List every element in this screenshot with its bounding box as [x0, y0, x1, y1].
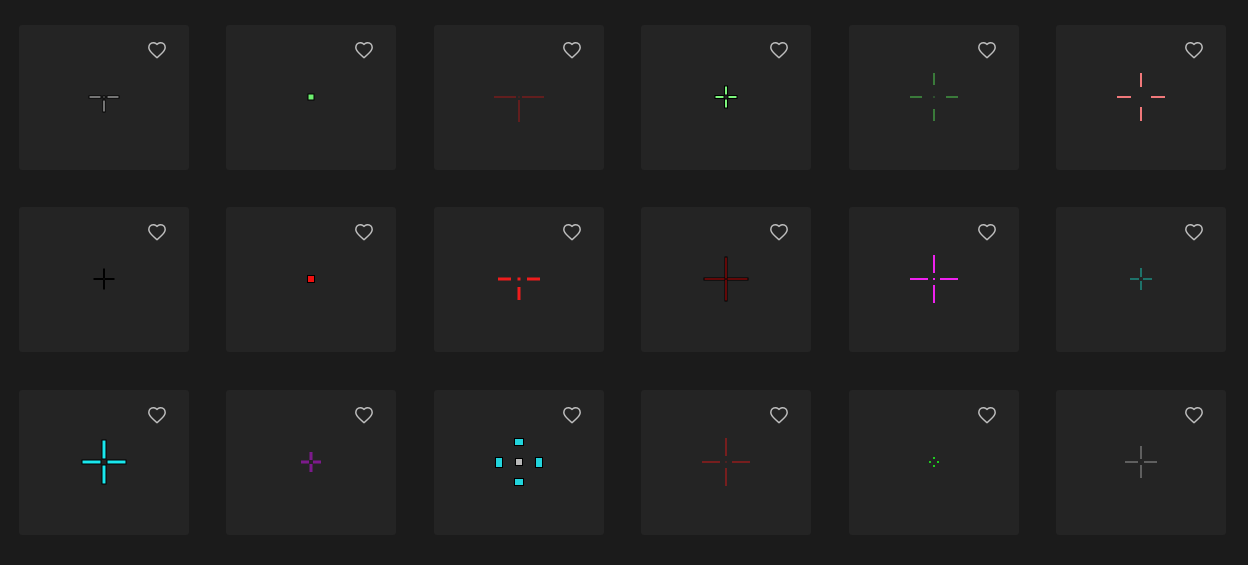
crosshair-card[interactable] — [226, 207, 396, 352]
crosshair-card[interactable] — [226, 390, 396, 535]
favorite-heart-icon[interactable] — [147, 406, 169, 426]
crosshair-card[interactable] — [19, 390, 189, 535]
favorite-heart-icon[interactable] — [769, 406, 791, 426]
favorite-heart-icon[interactable] — [769, 223, 791, 243]
favorite-heart-icon[interactable] — [977, 223, 999, 243]
crosshair-grid — [0, 0, 1248, 565]
favorite-heart-icon[interactable] — [562, 406, 584, 426]
favorite-heart-icon[interactable] — [1184, 41, 1206, 61]
crosshair-card[interactable] — [641, 25, 811, 170]
favorite-heart-icon[interactable] — [977, 406, 999, 426]
favorite-heart-icon[interactable] — [354, 41, 376, 61]
crosshair-card[interactable] — [434, 207, 604, 352]
crosshair-card[interactable] — [19, 25, 189, 170]
favorite-heart-icon[interactable] — [354, 223, 376, 243]
crosshair-card[interactable] — [19, 207, 189, 352]
crosshair-card[interactable] — [641, 207, 811, 352]
crosshair-card[interactable] — [849, 390, 1019, 535]
favorite-heart-icon[interactable] — [1184, 223, 1206, 243]
crosshair-card[interactable] — [434, 390, 604, 535]
favorite-heart-icon[interactable] — [147, 223, 169, 243]
crosshair-card[interactable] — [849, 25, 1019, 170]
crosshair-card[interactable] — [641, 390, 811, 535]
crosshair-card[interactable] — [434, 25, 604, 170]
crosshair-card[interactable] — [1056, 390, 1226, 535]
favorite-heart-icon[interactable] — [977, 41, 999, 61]
favorite-heart-icon[interactable] — [1184, 406, 1206, 426]
favorite-heart-icon[interactable] — [147, 41, 169, 61]
crosshair-card[interactable] — [226, 25, 396, 170]
crosshair-card[interactable] — [1056, 207, 1226, 352]
favorite-heart-icon[interactable] — [769, 41, 791, 61]
favorite-heart-icon[interactable] — [562, 223, 584, 243]
crosshair-card[interactable] — [849, 207, 1019, 352]
favorite-heart-icon[interactable] — [354, 406, 376, 426]
favorite-heart-icon[interactable] — [562, 41, 584, 61]
crosshair-card[interactable] — [1056, 25, 1226, 170]
